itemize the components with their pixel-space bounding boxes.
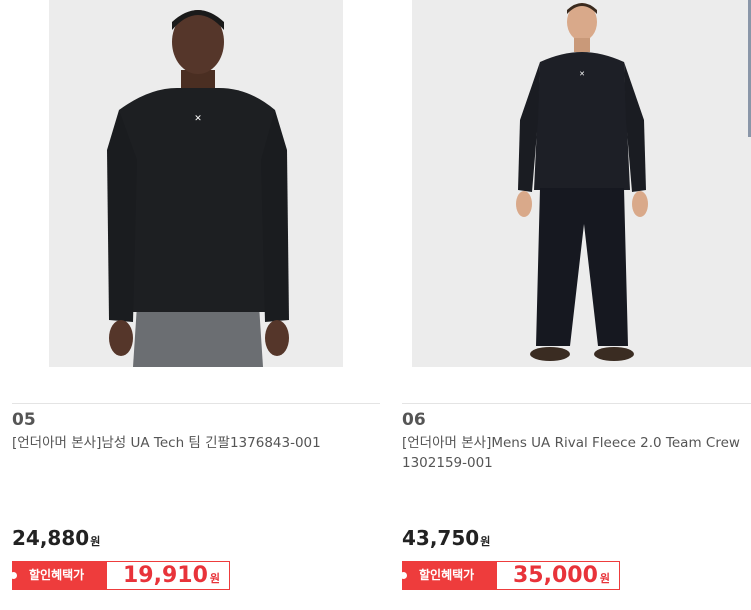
product-card[interactable]: ✕ 05 [언더아머 본사]남성 UA Tech 팀 긴팔1376843-001…	[0, 0, 380, 610]
price-value: 43,750	[402, 526, 480, 550]
product-rank: 05	[12, 410, 36, 430]
product-image[interactable]: ✕	[412, 0, 751, 367]
discount-label: 할인혜택가	[400, 562, 497, 589]
discount-price-value: 35,000	[513, 563, 598, 588]
svg-text:✕: ✕	[579, 70, 585, 78]
discount-label: 할인혜택가	[10, 562, 107, 589]
svg-text:✕: ✕	[194, 114, 202, 124]
discount-price: 35,000 원	[513, 562, 610, 592]
price-currency: 원	[480, 535, 491, 548]
divider	[12, 403, 380, 404]
product-rank: 06	[402, 410, 426, 430]
product-photo-longsleeve: ✕	[49, 0, 343, 367]
discount-price-box: 할인혜택가 19,910 원	[10, 561, 230, 592]
tag-dot-icon	[10, 572, 17, 579]
tag-dot-icon	[400, 572, 407, 579]
discount-price: 19,910 원	[123, 562, 220, 592]
discount-price-value: 19,910	[123, 563, 208, 588]
product-title[interactable]: [언더아머 본사]Mens UA Rival Fleece 2.0 Team C…	[402, 433, 747, 473]
price-value: 24,880	[12, 526, 90, 550]
product-card[interactable]: ✕ 06 [언더아머 본사]Mens UA Rival Fleece 2.0 T…	[390, 0, 751, 610]
discount-price-box: 할인혜택가 35,000 원	[400, 561, 620, 592]
divider	[402, 403, 751, 404]
product-price: 43,750원	[402, 526, 490, 550]
price-currency: 원	[90, 535, 101, 548]
product-photo-fleece-crew: ✕	[412, 0, 751, 367]
product-title[interactable]: [언더아머 본사]남성 UA Tech 팀 긴팔1376843-001	[12, 433, 378, 453]
discount-label-text: 할인혜택가	[29, 568, 85, 582]
discount-price-currency: 원	[599, 572, 611, 585]
product-price: 24,880원	[12, 526, 100, 550]
product-image[interactable]: ✕	[49, 0, 343, 367]
discount-label-text: 할인혜택가	[419, 568, 475, 582]
discount-price-currency: 원	[209, 572, 221, 585]
